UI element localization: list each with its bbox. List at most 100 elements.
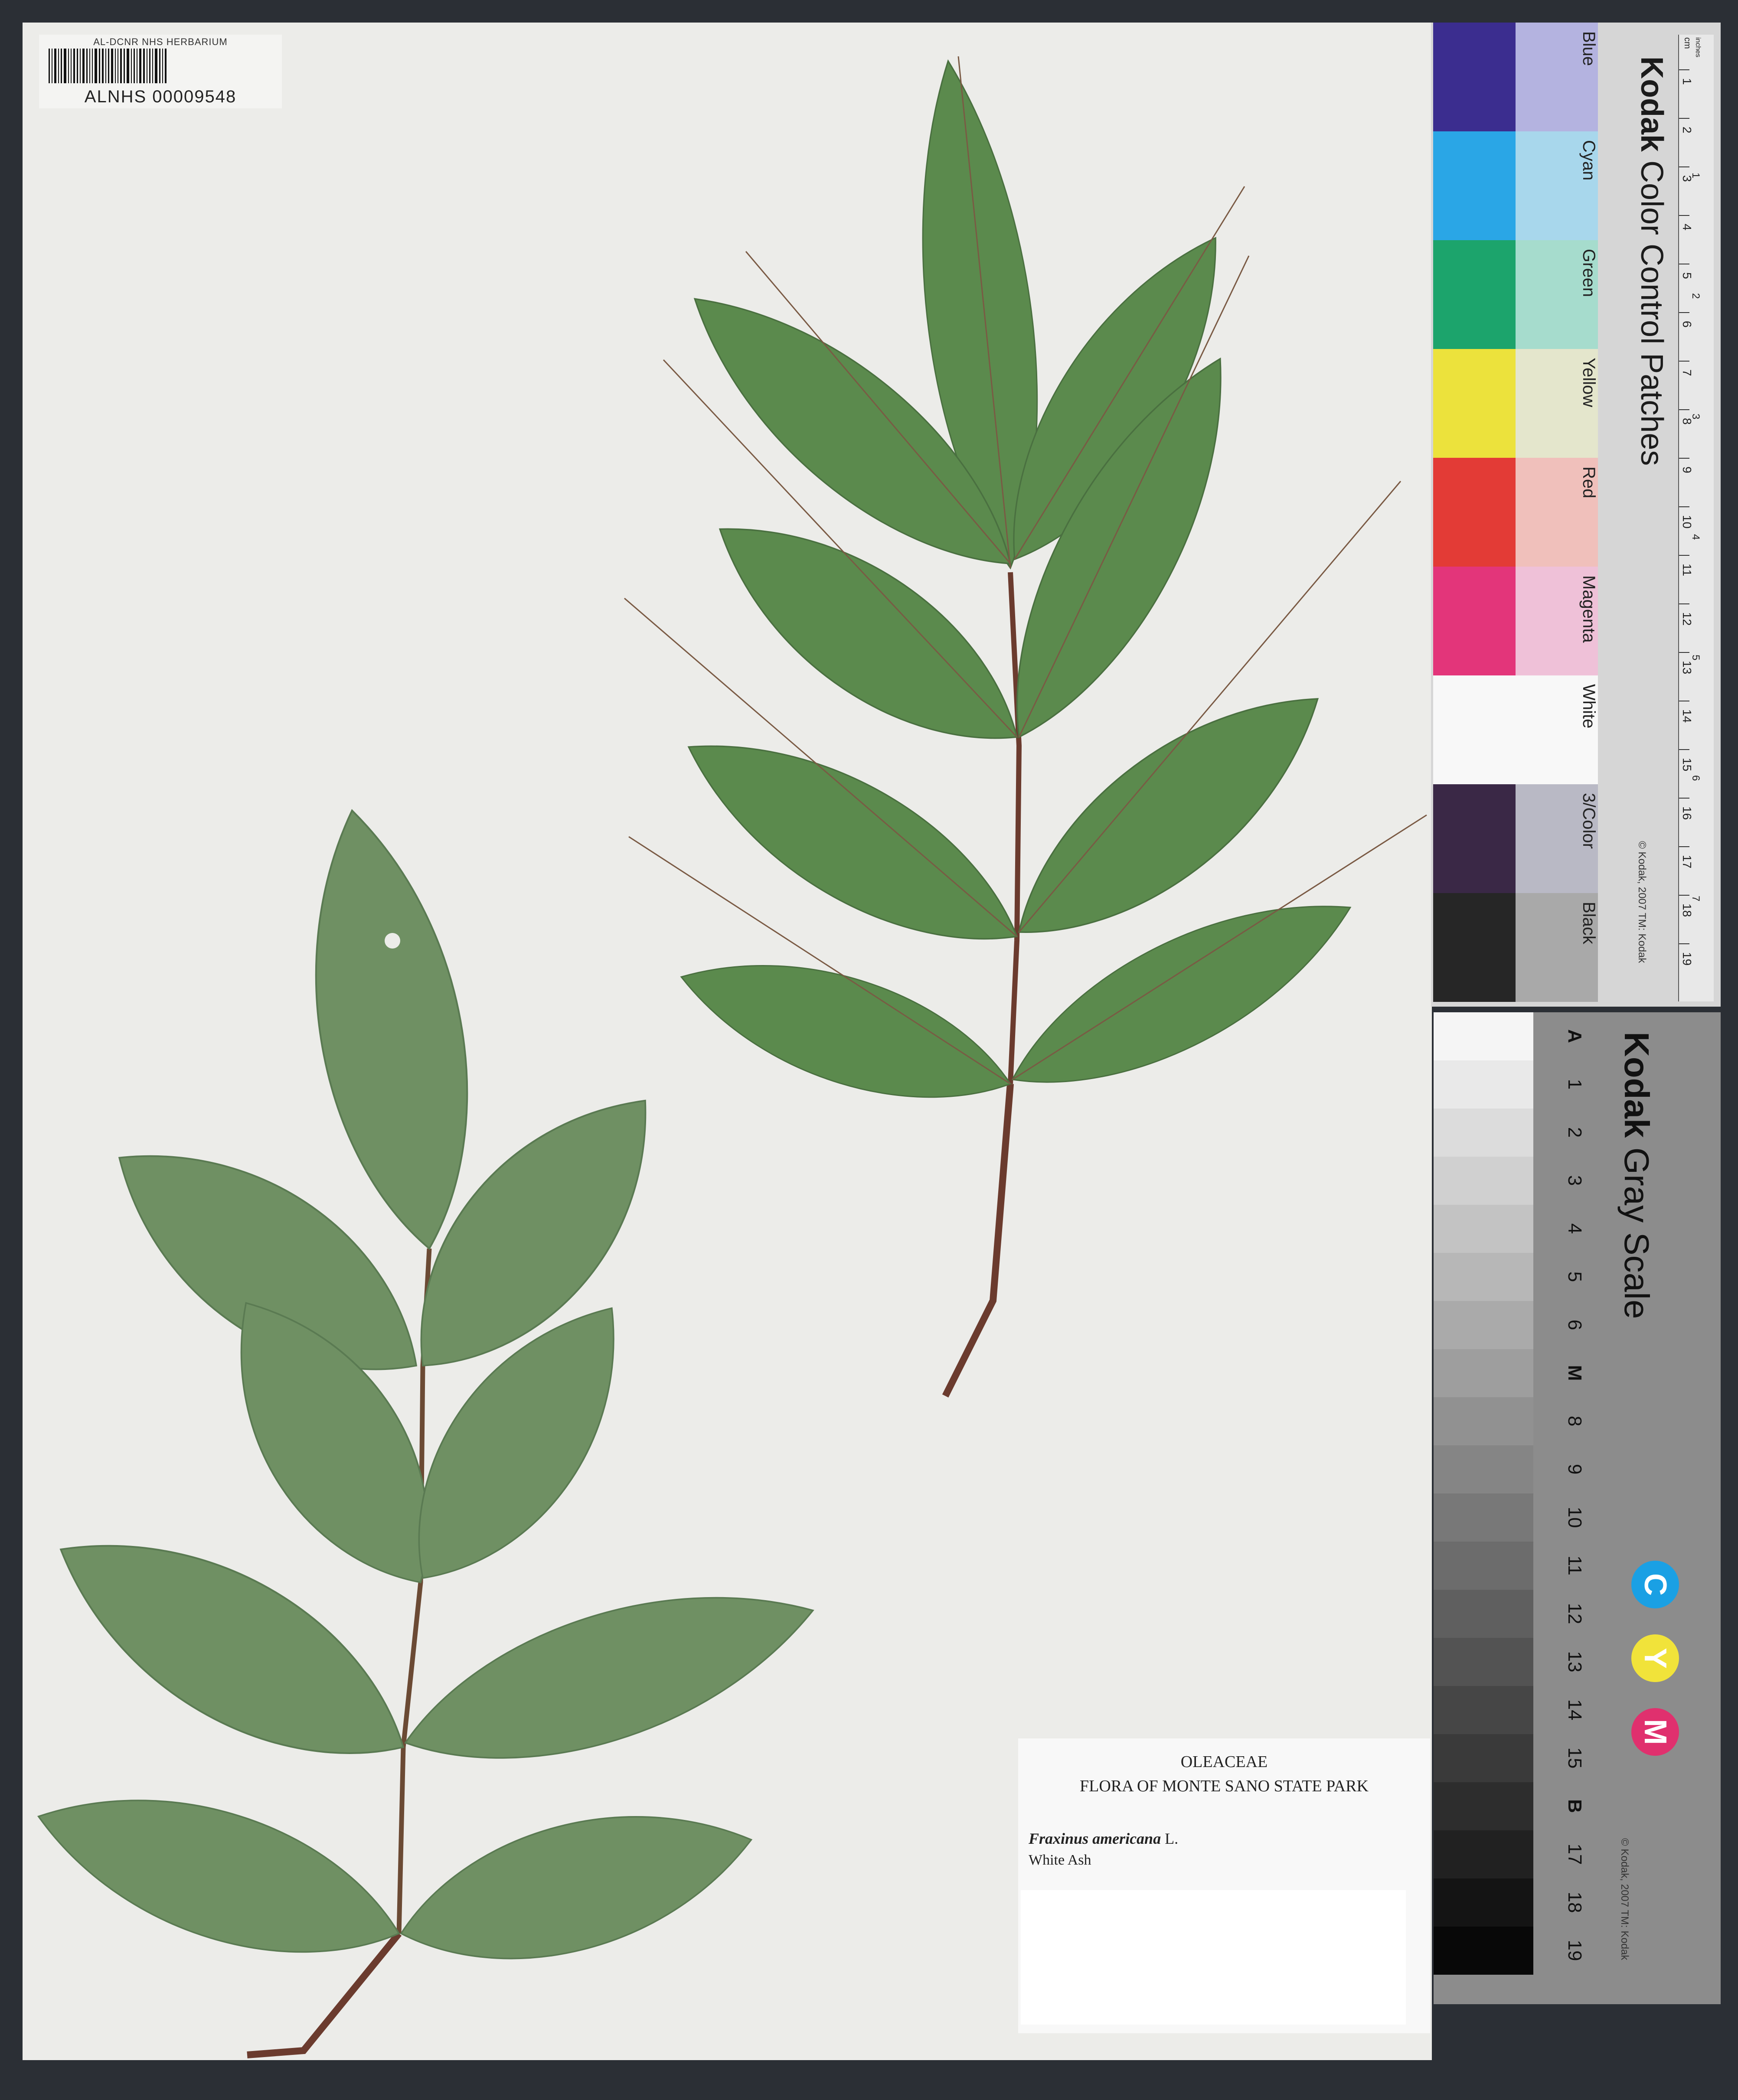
ruler-inch-label: 1 [1690, 173, 1702, 179]
cym-y-target: Y [1631, 1634, 1679, 1682]
gray-step-label: 1 [1564, 1079, 1585, 1090]
cym-c-target: C [1631, 1561, 1679, 1608]
ruler-inch-label: 3 [1690, 414, 1702, 420]
color-card-title: Kodak Color Control Patches [1634, 56, 1669, 466]
cym-m-target: M [1631, 1708, 1679, 1756]
gray-step [1434, 1638, 1533, 1686]
ruler-tick [1679, 361, 1689, 362]
gray-step [1434, 1301, 1533, 1349]
gray-step [1434, 1686, 1533, 1734]
gray-step-label: 17 [1564, 1843, 1585, 1865]
patch-label: Blue [1579, 31, 1598, 66]
patch-4-dark [1433, 458, 1516, 567]
ruler-cm-label: 7 [1680, 369, 1694, 376]
ruler-cm-label: 10 [1680, 515, 1694, 529]
ruler-cm-label: 17 [1680, 855, 1694, 869]
patch-label: 3/Color [1579, 793, 1598, 849]
label-species: Fraxinus americana [1029, 1830, 1161, 1847]
patch-label: Red [1579, 466, 1598, 499]
patch-8-dark [1433, 893, 1516, 1002]
gray-step-label: 8 [1564, 1415, 1585, 1427]
gray-step-label: 5 [1564, 1271, 1585, 1282]
patch-0-dark [1433, 23, 1516, 131]
ruler-inches-label: inches [1694, 37, 1702, 58]
gray-step [1434, 1157, 1533, 1205]
ruler-tick [1679, 943, 1689, 944]
ruler-tick [1679, 118, 1689, 119]
ruler-tick [1679, 506, 1689, 507]
gray-step [1434, 1590, 1533, 1638]
gray-step-label: 11 [1564, 1555, 1585, 1575]
gray-step [1434, 1493, 1533, 1542]
leaf-hole [385, 933, 400, 949]
gray-step [1434, 1397, 1533, 1445]
ruler-cm-label: 19 [1680, 952, 1694, 966]
gray-step [1434, 1878, 1533, 1927]
label-blank-area [1021, 1890, 1406, 2025]
ruler-units: cm [1682, 37, 1692, 49]
gray-step [1434, 1927, 1533, 1975]
gray-step-label: 9 [1564, 1464, 1585, 1475]
gray-step-label: 15 [1564, 1747, 1585, 1769]
patch-label: Green [1579, 249, 1598, 297]
gray-step [1434, 1060, 1533, 1109]
ruler-cm-label: 16 [1680, 806, 1694, 820]
ruler-cm-label: 4 [1680, 224, 1694, 231]
ruler-tick [1679, 749, 1689, 750]
gray-step [1434, 1253, 1533, 1301]
ruler-tick [1679, 409, 1689, 410]
ruler-inch-label: 4 [1690, 534, 1702, 540]
ruler-cm-label: 1 [1680, 78, 1694, 85]
gray-step-label: 2 [1564, 1127, 1585, 1138]
gray-step [1434, 1830, 1533, 1878]
ruler-cm-label: 18 [1680, 903, 1694, 917]
ruler-inch-label: 2 [1690, 293, 1702, 299]
ruler-cm-label: 13 [1680, 661, 1694, 675]
ruler-tick [1679, 215, 1689, 216]
ruler-tick [1679, 798, 1689, 799]
gray-step [1434, 1012, 1533, 1060]
patch-label: White [1579, 684, 1598, 729]
gray-step [1434, 1542, 1533, 1590]
label-family: OLEACEAE [1180, 1753, 1268, 1771]
patch-1-dark [1433, 131, 1516, 240]
ruler-tick [1679, 603, 1689, 604]
ruler-cm-label: 6 [1680, 321, 1694, 328]
gray-step-label: 6 [1564, 1319, 1585, 1330]
gray-step [1434, 1734, 1533, 1782]
upper-branch [624, 55, 1427, 1398]
patch-6-dark [1433, 675, 1516, 784]
gray-step [1434, 1349, 1533, 1397]
gray-step-label: 3 [1564, 1175, 1585, 1186]
ruler-cm-label: 12 [1680, 612, 1694, 626]
ruler-cm-label: 5 [1680, 272, 1694, 279]
ruler-tick [1679, 458, 1689, 459]
gray-card-brand: Kodak [1617, 1032, 1656, 1138]
patch-2-dark [1433, 240, 1516, 349]
label-scientific-name: Fraxinus americana L. [1029, 1829, 1178, 1848]
patch-label: Yellow [1579, 358, 1598, 408]
patch-3-dark [1433, 349, 1516, 458]
ruler: cm inches 1 2 3 4 5 6 7 8 9 10 11 12 13 14 15 16 17 18 19 1… [1678, 35, 1714, 1022]
ruler-tick [1679, 895, 1689, 896]
patch-7-dark [1433, 784, 1516, 893]
ruler-inch-label: 5 [1690, 655, 1702, 661]
gray-step [1434, 1205, 1533, 1253]
patch-label: Cyan [1579, 140, 1598, 181]
patch-5-dark [1433, 567, 1516, 675]
gray-card-title-rest: Gray Scale [1617, 1147, 1656, 1319]
ruler-tick [1679, 312, 1689, 313]
gray-step [1434, 1109, 1533, 1157]
color-card-copyright: © Kodak, 2007 TM: Kodak [1636, 841, 1648, 963]
color-card-brand: Kodak [1634, 56, 1669, 152]
gray-step-label: 19 [1564, 1940, 1585, 1961]
gray-step-label: 12 [1564, 1603, 1585, 1624]
specimen-label: OLEACEAE FLORA OF MONTE SANO STATE PARK … [1018, 1738, 1430, 2033]
ruler-tick [1679, 166, 1689, 167]
gray-step [1434, 1782, 1533, 1830]
patch-label: Magenta [1579, 575, 1598, 643]
ruler-tick [1679, 555, 1689, 556]
ruler-cm-label: 15 [1680, 758, 1694, 772]
label-author: L. [1165, 1830, 1179, 1847]
gray-step-label: 13 [1564, 1651, 1585, 1673]
